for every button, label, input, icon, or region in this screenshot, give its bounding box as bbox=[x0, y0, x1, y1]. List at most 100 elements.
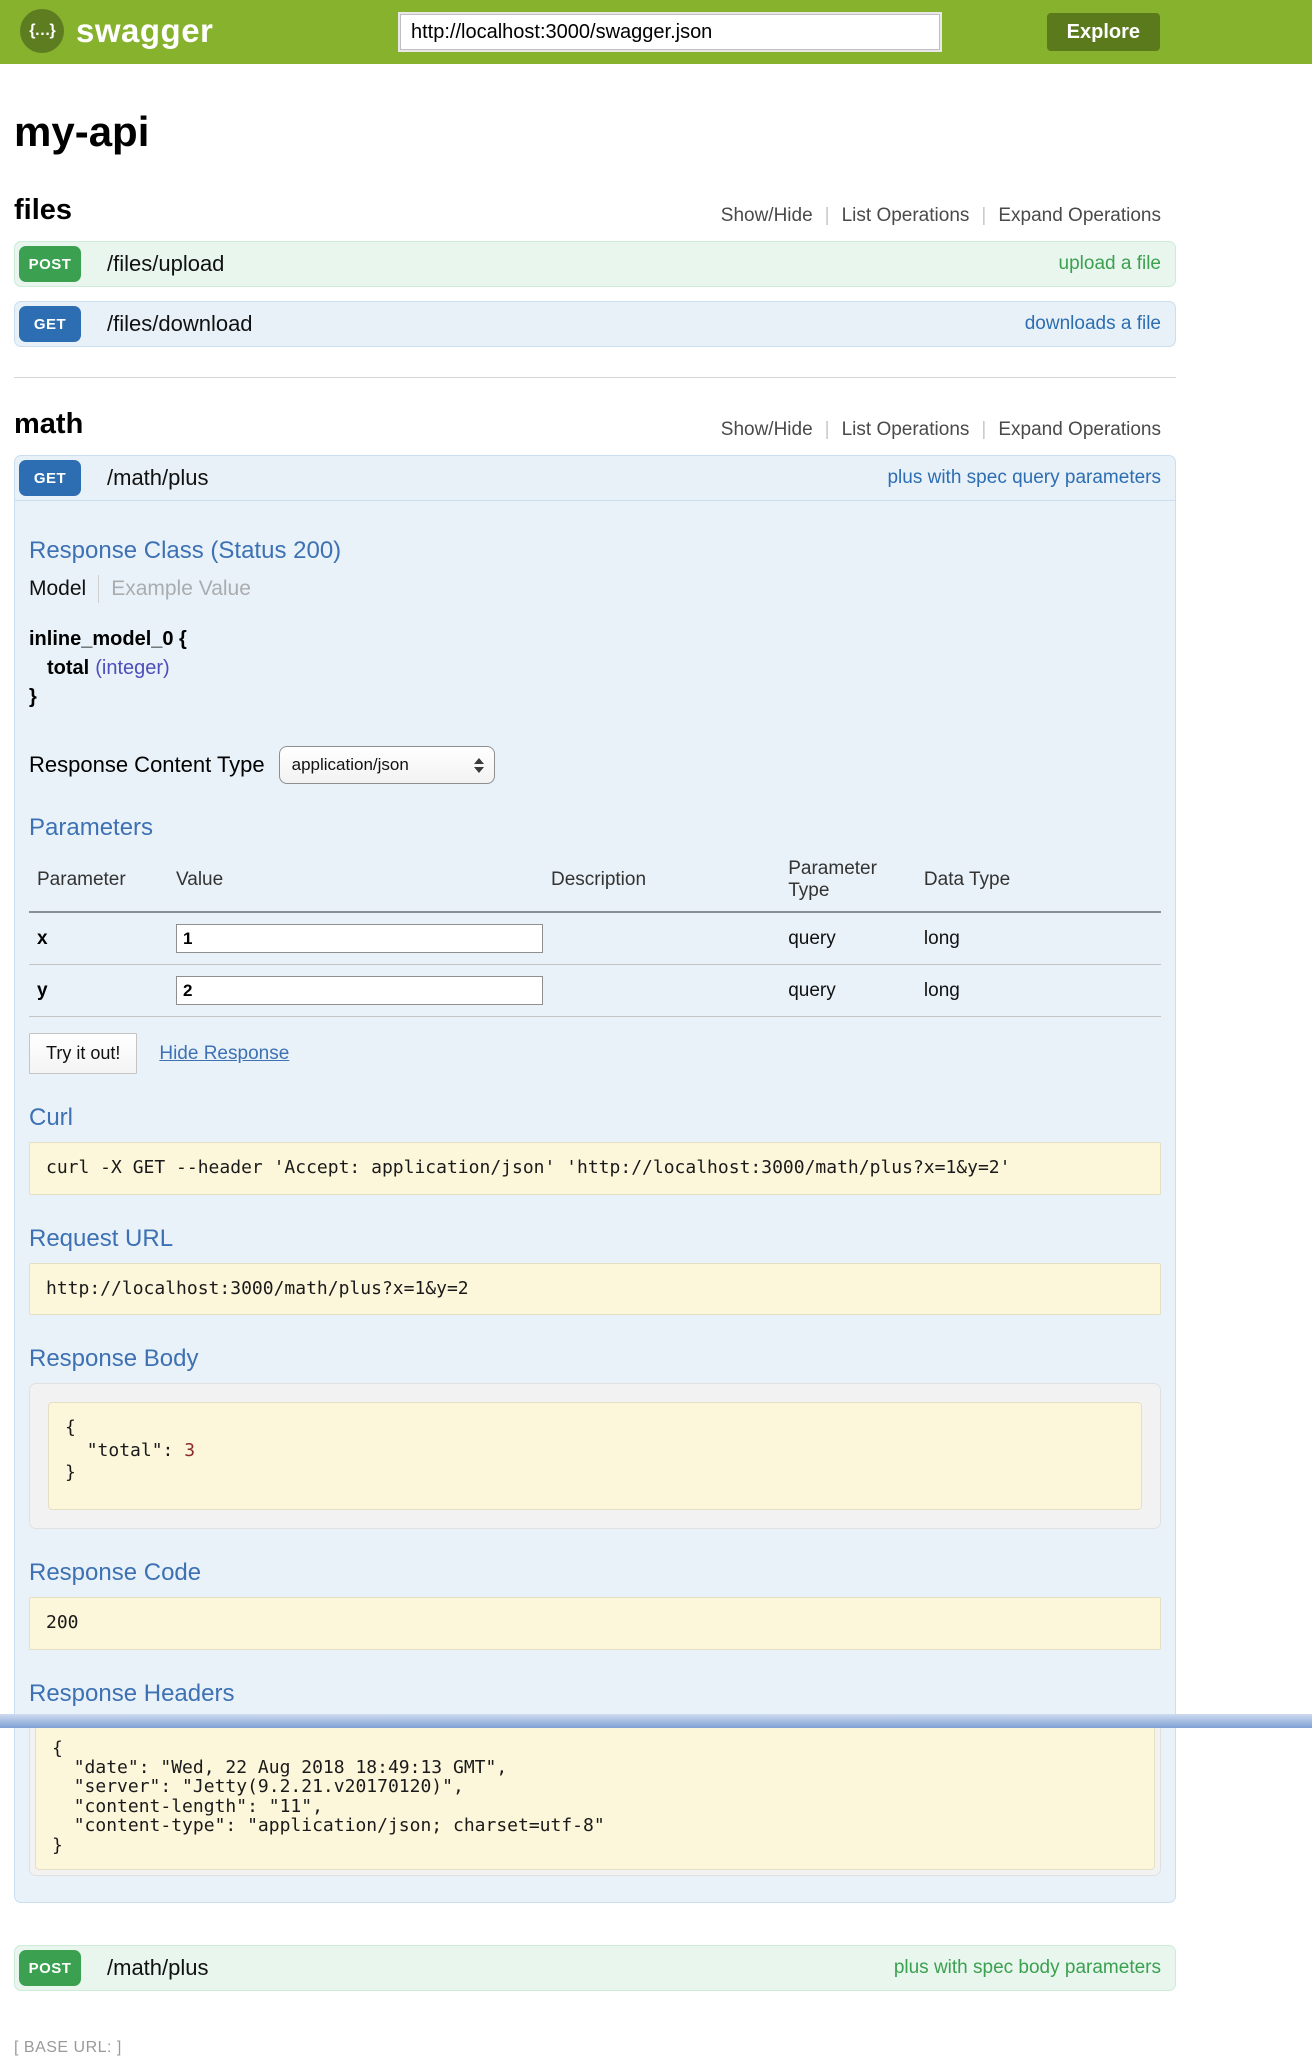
separator: | bbox=[981, 205, 986, 226]
parameter-row-x: x query long bbox=[29, 912, 1161, 965]
selected-content-type: application/json bbox=[292, 755, 409, 775]
section-math: math Show/Hide | List Operations | Expand Op… bbox=[14, 408, 1176, 1991]
param-name: x bbox=[29, 912, 176, 965]
model-open: inline_model_0 { bbox=[29, 625, 1161, 654]
files-show-hide-link[interactable]: Show/Hide bbox=[721, 205, 813, 226]
op-path-math-plus-post[interactable]: /math/plus bbox=[107, 1955, 894, 1981]
request-url-value: http://localhost:3000/math/plus?x=1&y=2 bbox=[29, 1263, 1161, 1316]
separator: | bbox=[981, 419, 986, 440]
method-badge-post: POST bbox=[19, 246, 81, 282]
tab-model[interactable]: Model bbox=[29, 577, 86, 601]
response-headers-json: { "date": "Wed, 22 Aug 2018 18:49:13 GMT… bbox=[35, 1724, 1155, 1871]
section-divider bbox=[14, 377, 1176, 378]
col-value: Value bbox=[176, 852, 551, 912]
response-code-heading: Response Code bbox=[29, 1559, 1161, 1587]
op-summary-math-plus-post[interactable]: plus with spec body parameters bbox=[894, 1957, 1161, 1979]
header-bar: {…} swagger Explore bbox=[0, 0, 1312, 64]
property-name: total bbox=[47, 657, 89, 679]
param-type: query bbox=[788, 965, 924, 1017]
col-description: Description bbox=[551, 852, 788, 912]
response-content-type-label: Response Content Type bbox=[29, 752, 265, 778]
op-row-post-files-upload[interactable]: POST /files/upload upload a file bbox=[14, 241, 1176, 287]
math-list-operations-link[interactable]: List Operations bbox=[842, 419, 970, 440]
swagger-brand[interactable]: {…} swagger bbox=[20, 9, 213, 53]
json-text: } bbox=[65, 1462, 76, 1483]
model-tabs: Model Example Value bbox=[29, 575, 1161, 603]
separator: | bbox=[825, 205, 830, 226]
curl-command: curl -X GET --header 'Accept: applicatio… bbox=[29, 1142, 1161, 1195]
op-row-get-math-plus[interactable]: GET /math/plus plus with spec query para… bbox=[14, 455, 1176, 501]
response-content-type-row: Response Content Type application/json bbox=[29, 746, 1161, 784]
section-files-head: files Show/Hide | List Operations | Expand O… bbox=[14, 194, 1176, 227]
op-path-files-download[interactable]: /files/download bbox=[107, 311, 1025, 337]
param-description bbox=[551, 965, 788, 1017]
parameters-header-row: Parameter Value Description Parameter Ty… bbox=[29, 852, 1161, 912]
main-content: my-api files Show/Hide | List Operations | E… bbox=[14, 108, 1176, 1991]
response-class-heading: Response Class (Status 200) bbox=[29, 537, 1161, 565]
hide-response-link[interactable]: Hide Response bbox=[159, 1043, 289, 1065]
try-it-out-button[interactable]: Try it out! bbox=[29, 1033, 137, 1074]
section-files: files Show/Hide | List Operations | Expand O… bbox=[14, 194, 1176, 347]
swagger-logo-icon: {…} bbox=[20, 9, 64, 53]
param-type: query bbox=[788, 912, 924, 965]
col-parameter-type: Parameter Type bbox=[788, 852, 924, 912]
response-code-value: 200 bbox=[29, 1597, 1161, 1650]
response-body-json: { "total": 3 } bbox=[48, 1402, 1142, 1510]
param-y-input[interactable] bbox=[176, 976, 543, 1005]
math-section-controls: Show/Hide | List Operations | Expand Operati… bbox=[721, 419, 1161, 441]
explore-button[interactable]: Explore bbox=[1047, 13, 1160, 51]
curl-heading: Curl bbox=[29, 1104, 1161, 1132]
parameter-row-y: y query long bbox=[29, 965, 1161, 1017]
separator: | bbox=[825, 419, 830, 440]
col-parameter: Parameter bbox=[29, 852, 176, 912]
op-row-post-math-plus[interactable]: POST /math/plus plus with spec body para… bbox=[14, 1945, 1176, 1991]
response-body-container: { "total": 3 } bbox=[29, 1383, 1161, 1529]
response-headers-container: { "date": "Wed, 22 Aug 2018 18:49:13 GMT… bbox=[29, 1718, 1161, 1877]
response-headers-heading: Response Headers bbox=[29, 1680, 1161, 1708]
bottom-bar bbox=[0, 1714, 1312, 1728]
model-property: total (integer) bbox=[29, 654, 1161, 683]
op-path-math-plus[interactable]: /math/plus bbox=[107, 465, 887, 491]
method-badge-post: POST bbox=[19, 1950, 81, 1986]
files-list-operations-link[interactable]: List Operations bbox=[842, 205, 970, 226]
files-expand-operations-link[interactable]: Expand Operations bbox=[998, 205, 1161, 226]
op-panel-get-math-plus: Response Class (Status 200) Model Exampl… bbox=[14, 501, 1176, 1903]
json-text: { "total": bbox=[65, 1417, 184, 1461]
select-arrows-icon bbox=[474, 758, 484, 773]
parameters-table: Parameter Value Description Parameter Ty… bbox=[29, 852, 1161, 1017]
files-section-controls: Show/Hide | List Operations | Expand Operati… bbox=[721, 205, 1161, 227]
param-description bbox=[551, 912, 788, 965]
op-summary-files-upload[interactable]: upload a file bbox=[1059, 253, 1161, 275]
method-badge-get: GET bbox=[19, 306, 81, 342]
method-badge-get: GET bbox=[19, 460, 81, 496]
section-files-title: files bbox=[14, 194, 72, 227]
math-expand-operations-link[interactable]: Expand Operations bbox=[998, 419, 1161, 440]
param-name: y bbox=[29, 965, 176, 1017]
param-data-type: long bbox=[924, 965, 1161, 1017]
api-url-input[interactable] bbox=[400, 14, 940, 50]
section-math-head: math Show/Hide | List Operations | Expand Op… bbox=[14, 408, 1176, 441]
swagger-logo-text: swagger bbox=[76, 12, 213, 50]
request-url-heading: Request URL bbox=[29, 1225, 1161, 1253]
model-signature: inline_model_0 { total (integer) } bbox=[29, 625, 1161, 712]
response-content-type-select[interactable]: application/json bbox=[279, 746, 495, 784]
page-title: my-api bbox=[14, 108, 1176, 156]
property-type: (integer) bbox=[95, 657, 169, 679]
col-data-type: Data Type bbox=[924, 852, 1161, 912]
tab-separator bbox=[98, 575, 99, 603]
tab-example-value[interactable]: Example Value bbox=[111, 577, 251, 601]
response-body-heading: Response Body bbox=[29, 1345, 1161, 1373]
param-data-type: long bbox=[924, 912, 1161, 965]
op-path-files-upload[interactable]: /files/upload bbox=[107, 251, 1059, 277]
section-math-title: math bbox=[14, 408, 83, 441]
param-x-input[interactable] bbox=[176, 924, 543, 953]
try-it-out-row: Try it out! Hide Response bbox=[29, 1033, 1161, 1074]
base-url-label: [ BASE URL: ] bbox=[14, 2039, 1312, 2057]
json-number: 3 bbox=[184, 1440, 195, 1461]
parameters-heading: Parameters bbox=[29, 814, 1161, 842]
model-close: } bbox=[29, 683, 1161, 712]
op-summary-files-download[interactable]: downloads a file bbox=[1025, 313, 1161, 335]
op-row-get-files-download[interactable]: GET /files/download downloads a file bbox=[14, 301, 1176, 347]
op-summary-math-plus[interactable]: plus with spec query parameters bbox=[887, 467, 1161, 489]
math-show-hide-link[interactable]: Show/Hide bbox=[721, 419, 813, 440]
